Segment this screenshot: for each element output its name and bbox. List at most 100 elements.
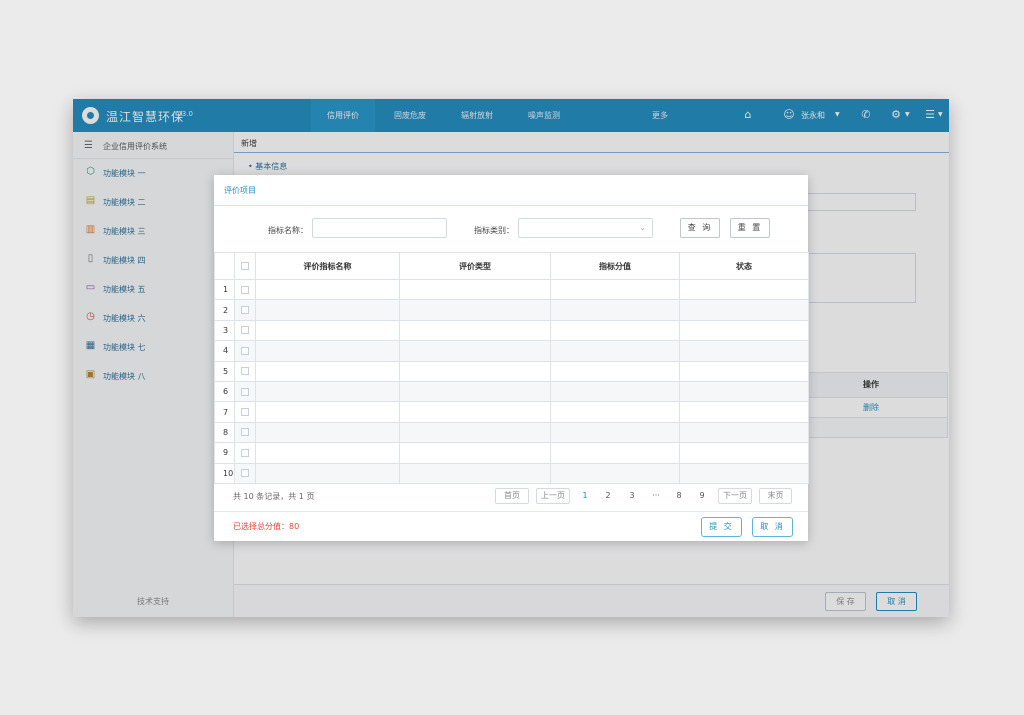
select-all-checkbox[interactable] bbox=[241, 262, 249, 270]
table-cell bbox=[255, 319, 400, 342]
prev-page-button[interactable]: 上一页 bbox=[536, 488, 570, 504]
table-row[interactable]: 10 bbox=[214, 462, 809, 484]
table-row[interactable]: 5 bbox=[214, 360, 809, 382]
first-page-button[interactable]: 首页 bbox=[495, 488, 529, 504]
row-select-cell bbox=[234, 401, 256, 423]
column-header[interactable]: 评价指标名称 bbox=[255, 252, 400, 280]
page-number[interactable]: 2 bbox=[603, 491, 613, 500]
row-checkbox[interactable] bbox=[241, 285, 249, 294]
row-number: 2 bbox=[214, 299, 235, 321]
table-cell bbox=[550, 401, 680, 423]
table-cell bbox=[399, 421, 551, 444]
pager-summary: 共 10 条记录，共 1 页 bbox=[233, 492, 315, 501]
selected-total-score: 已选择总分值：80 bbox=[233, 522, 300, 531]
table-cell bbox=[679, 442, 809, 464]
row-number: 3 bbox=[214, 319, 235, 342]
table-cell bbox=[399, 360, 551, 382]
indicator-type-select[interactable]: ⌄ bbox=[518, 218, 653, 238]
table-cell bbox=[679, 401, 809, 423]
row-number: 5 bbox=[214, 360, 235, 382]
row-number: 8 bbox=[214, 421, 235, 444]
page-ellipsis: ··· bbox=[652, 491, 660, 500]
page-number[interactable]: 3 bbox=[627, 491, 637, 500]
row-select-cell bbox=[234, 299, 256, 321]
table-cell bbox=[679, 299, 809, 321]
table-cell bbox=[550, 340, 680, 362]
submit-button[interactable]: 提 交 bbox=[701, 517, 742, 537]
row-number: 4 bbox=[214, 340, 235, 362]
evaluation-items-table: 评价指标名称 评价类型 指标分值 状态 1 2 3 4 5 6 7 8 9 10 bbox=[214, 252, 809, 484]
row-number: 9 bbox=[214, 442, 235, 464]
evaluation-item-dialog: 评价项目 指标名称： 指标类别： ⌄ 查 询 重 置 评价指标名称 评价类型 指… bbox=[214, 175, 809, 541]
table-cell bbox=[399, 299, 551, 321]
row-select-cell bbox=[234, 442, 256, 464]
table-cell bbox=[399, 462, 551, 484]
table-cell bbox=[550, 421, 680, 444]
column-header[interactable]: 状态 bbox=[679, 252, 809, 280]
table-cell bbox=[399, 401, 551, 423]
table-cell bbox=[255, 401, 400, 423]
row-select-cell bbox=[234, 319, 256, 342]
table-row[interactable]: 8 bbox=[214, 421, 809, 444]
row-number-header bbox=[214, 252, 235, 280]
table-cell bbox=[399, 340, 551, 362]
page-number[interactable]: 1 bbox=[580, 491, 590, 500]
row-checkbox[interactable] bbox=[241, 306, 249, 315]
table-cell bbox=[550, 380, 680, 403]
row-checkbox[interactable] bbox=[241, 346, 249, 355]
table-cell bbox=[679, 278, 809, 301]
column-header[interactable]: 评价类型 bbox=[399, 252, 551, 280]
table-cell bbox=[255, 360, 400, 382]
row-select-cell bbox=[234, 278, 256, 301]
table-cell bbox=[550, 299, 680, 321]
row-select-cell bbox=[234, 340, 256, 362]
dialog-footer-divider bbox=[214, 511, 808, 512]
table-cell bbox=[255, 442, 400, 464]
row-checkbox[interactable] bbox=[241, 469, 249, 478]
table-cell bbox=[679, 462, 809, 484]
table-cell bbox=[550, 278, 680, 301]
indicator-name-input[interactable] bbox=[312, 218, 447, 238]
select-all-cell bbox=[234, 252, 256, 280]
indicator-type-label: 指标类别： bbox=[474, 226, 514, 235]
row-checkbox[interactable] bbox=[241, 367, 249, 376]
table-row[interactable]: 4 bbox=[214, 340, 809, 362]
table-row[interactable]: 1 bbox=[214, 278, 809, 301]
column-header[interactable]: 指标分值 bbox=[550, 252, 680, 280]
row-checkbox[interactable] bbox=[241, 408, 249, 417]
dialog-cancel-button[interactable]: 取 消 bbox=[752, 517, 793, 537]
next-page-button[interactable]: 下一页 bbox=[718, 488, 752, 504]
last-page-button[interactable]: 末页 bbox=[759, 488, 792, 504]
table-row[interactable]: 6 bbox=[214, 380, 809, 403]
table-header-row: 评价指标名称 评价类型 指标分值 状态 bbox=[214, 252, 809, 280]
dialog-title: 评价项目 bbox=[224, 186, 256, 195]
page-number[interactable]: 8 bbox=[674, 491, 684, 500]
row-checkbox[interactable] bbox=[241, 448, 249, 457]
table-cell bbox=[399, 278, 551, 301]
table-row[interactable]: 7 bbox=[214, 401, 809, 423]
row-checkbox[interactable] bbox=[241, 428, 249, 437]
table-cell bbox=[550, 360, 680, 382]
table-cell bbox=[255, 380, 400, 403]
indicator-name-label: 指标名称： bbox=[268, 226, 308, 235]
chevron-down-icon: ⌄ bbox=[639, 223, 646, 232]
table-cell bbox=[679, 319, 809, 342]
table-row[interactable]: 3 bbox=[214, 319, 809, 342]
table-cell bbox=[255, 278, 400, 301]
row-checkbox[interactable] bbox=[241, 387, 249, 396]
row-number: 7 bbox=[214, 401, 235, 423]
table-cell bbox=[399, 442, 551, 464]
table-row[interactable]: 2 bbox=[214, 299, 809, 321]
reset-button[interactable]: 重 置 bbox=[730, 218, 770, 238]
table-cell bbox=[255, 299, 400, 321]
table-cell bbox=[255, 340, 400, 362]
table-cell bbox=[399, 319, 551, 342]
table-cell bbox=[550, 442, 680, 464]
table-cell bbox=[679, 360, 809, 382]
row-select-cell bbox=[234, 462, 256, 484]
page-number[interactable]: 9 bbox=[697, 491, 707, 500]
query-button[interactable]: 查 询 bbox=[680, 218, 720, 238]
table-cell bbox=[399, 380, 551, 403]
table-row[interactable]: 9 bbox=[214, 442, 809, 464]
row-checkbox[interactable] bbox=[241, 326, 249, 335]
